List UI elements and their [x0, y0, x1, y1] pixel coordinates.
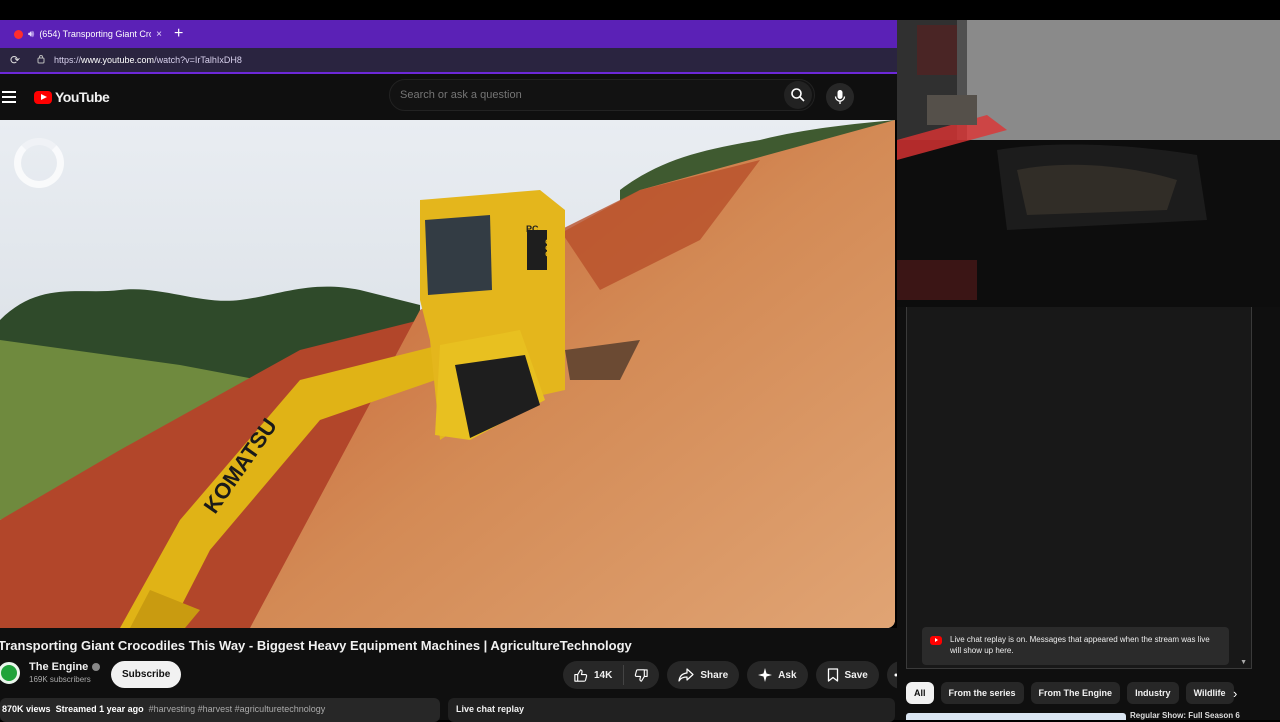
tab-title: (654) Transporting Giant Croc [39, 29, 152, 39]
share-button[interactable]: Share [667, 661, 740, 689]
search-box [389, 79, 815, 111]
channel-avatar[interactable] [0, 661, 20, 684]
ask-button[interactable]: Ask [747, 661, 808, 689]
chip-from-the-engine[interactable]: From The Engine [1030, 682, 1121, 704]
sparkle-icon [758, 668, 773, 682]
chips-next-icon[interactable]: › [1233, 686, 1237, 701]
cab-number-text: 200 [544, 239, 556, 257]
video-info-section: Transporting Giant Crocodiles This Way -… [0, 628, 915, 722]
channel-info: The Engine 169K subscribers [29, 661, 101, 684]
url-prefix: https:// [54, 55, 82, 65]
hamburger-menu-icon[interactable] [2, 91, 16, 103]
subscriber-count: 169K subscribers [29, 675, 91, 684]
video-frame-excavator-scene: KOMATSU 200 PC [0, 120, 895, 628]
save-label: Save [844, 669, 868, 681]
url-field[interactable]: https://www.youtube.com/watch?v=IrTalhIx… [54, 55, 242, 65]
verified-badge-icon [92, 663, 101, 671]
video-player[interactable]: KOMATSU 200 PC [0, 120, 895, 628]
right-column: Live chat replay is on. Messages that ap… [897, 307, 1280, 720]
recommended-video-title[interactable]: Regular Show: Full Season 6 [1130, 711, 1240, 720]
channel-name-row[interactable]: The Engine [29, 661, 101, 673]
like-dislike-group: 14K [563, 661, 660, 689]
live-chat-panel: Live chat replay is on. Messages that ap… [906, 307, 1252, 669]
new-tab-button[interactable]: + [174, 25, 183, 43]
browser-tab[interactable]: 🔊︎ (654) Transporting Giant Croc × [8, 22, 168, 46]
youtube-header: YouTube [0, 74, 897, 120]
view-count: 870K views [2, 704, 51, 714]
dislike-button[interactable] [624, 668, 659, 683]
recommended-video-thumbnail[interactable] [906, 713, 1126, 720]
chat-scroll-down-icon[interactable]: ▼ [1240, 659, 1247, 666]
youtube-favicon-icon [14, 29, 23, 39]
url-path: /watch?v=IrTalhIxDH8 [154, 55, 242, 65]
chat-replay-notice: Live chat replay is on. Messages that ap… [922, 627, 1229, 665]
action-buttons: 14K Share Ask Save [563, 661, 915, 689]
search-icon [791, 88, 805, 102]
chip-wildlife[interactable]: Wildlife [1185, 682, 1234, 704]
youtube-logo-text: YouTube [55, 89, 110, 105]
bookmark-icon [827, 668, 839, 682]
like-count: 14K [594, 669, 613, 681]
recommendation-chips: All From the series From The Engine Indu… [906, 682, 1234, 704]
webcam-overlay [897, 20, 1280, 307]
ask-label: Ask [778, 669, 797, 681]
chip-industry[interactable]: Industry [1127, 682, 1179, 704]
speaker-icon[interactable]: 🔊︎ [28, 29, 34, 40]
microphone-icon [834, 90, 846, 104]
channel-name[interactable]: The Engine [29, 661, 88, 673]
chip-from-the-series[interactable]: From the series [940, 682, 1024, 704]
url-host: www.youtube.com [81, 55, 155, 65]
cab-side-text: PC [526, 224, 539, 234]
thumbs-up-icon [573, 668, 588, 683]
thumbs-down-icon [634, 668, 649, 683]
top-black-bar [0, 0, 1280, 20]
search-button[interactable] [784, 81, 812, 109]
site-info-icon[interactable] [36, 54, 46, 66]
streamed-date: Streamed 1 year ago [55, 704, 144, 714]
like-button[interactable]: 14K [573, 665, 625, 685]
address-bar: ⟳ https://www.youtube.com/watch?v=IrTalh… [0, 48, 897, 74]
close-tab-icon[interactable]: × [156, 29, 162, 40]
browser-tab-strip: 🔊︎ (654) Transporting Giant Croc × + [0, 20, 897, 48]
share-icon [678, 668, 694, 682]
chip-all[interactable]: All [906, 682, 934, 704]
youtube-logo[interactable]: YouTube [34, 89, 110, 105]
youtube-icon [930, 636, 942, 645]
share-label: Share [700, 669, 729, 681]
save-button[interactable]: Save [815, 661, 879, 689]
live-chat-replay-header[interactable]: Live chat replay [448, 698, 895, 722]
youtube-play-logo-icon [34, 90, 52, 104]
video-description-box[interactable]: 870K views Streamed 1 year ago #harvesti… [0, 698, 440, 722]
video-title: Transporting Giant Crocodiles This Way -… [0, 638, 632, 653]
subscribe-button[interactable]: Subscribe [111, 661, 182, 688]
hashtags[interactable]: #harvesting #harvest #agriculturetechnol… [149, 704, 326, 714]
chat-replay-notice-text: Live chat replay is on. Messages that ap… [950, 635, 1210, 655]
webcam-room-image [897, 20, 1280, 307]
reload-icon[interactable]: ⟳ [10, 53, 28, 67]
loading-spinner-icon [14, 138, 64, 188]
channel-row: The Engine 169K subscribers [0, 661, 101, 684]
voice-search-button[interactable] [826, 83, 854, 111]
search-input[interactable] [390, 89, 784, 101]
